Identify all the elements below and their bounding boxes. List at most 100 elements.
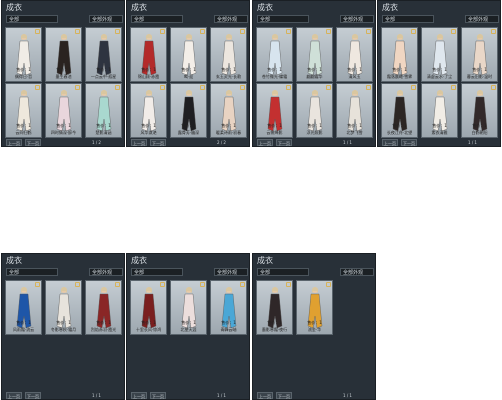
outfit-card[interactable]: 售价：1 北梦飞雪 bbox=[336, 83, 373, 138]
outfit-card[interactable]: 售价：1 清风玉 bbox=[336, 27, 373, 82]
prev-page-button[interactable]: 上一页 bbox=[6, 392, 22, 399]
outfit-price: 售价：1 bbox=[181, 67, 196, 72]
outfit-card[interactable]: 售价：1 青峰云岫 bbox=[210, 280, 247, 335]
pagination: 上一页 下一页 2 / 2 bbox=[131, 139, 247, 146]
outfit-card[interactable]: 售价：1 一点云中·孤星 bbox=[85, 27, 122, 82]
pagination: 上一页 下一页 1 / 2 bbox=[6, 139, 122, 146]
outfit-card[interactable]: 售价：1 云间归鹤 bbox=[5, 83, 42, 138]
outfit-price: 售价：1 bbox=[96, 67, 111, 72]
prev-page-button[interactable]: 上一页 bbox=[382, 139, 398, 146]
next-page-button[interactable]: 下一页 bbox=[150, 139, 166, 146]
outfit-card[interactable]: 售价：1 烈焰赤羽·霞光 bbox=[85, 280, 122, 335]
category-dropdown[interactable]: 全部 bbox=[257, 268, 309, 276]
outfit-name: 素衣清雅 bbox=[431, 130, 448, 135]
outfit-card[interactable]: 售价：1 十里长风·惊鸿 bbox=[130, 280, 167, 335]
outfit-card[interactable]: 售价：1 霜落晨曦·雪霁 bbox=[381, 27, 418, 82]
outfit-card[interactable]: 售价：1 风华潋滟 bbox=[130, 83, 167, 138]
prev-page-button[interactable]: 上一页 bbox=[131, 139, 147, 146]
outfit-price: 售价：1 bbox=[472, 123, 487, 128]
prev-page-button[interactable]: 上一页 bbox=[6, 139, 22, 146]
page-indicator: 1 / 1 bbox=[468, 140, 477, 145]
category-dropdown[interactable]: 全部 bbox=[382, 15, 434, 23]
lock-icon bbox=[326, 282, 331, 287]
outfit-price: 售价：1 bbox=[56, 67, 71, 72]
outfit-card[interactable]: 售价：1 墨生春池 bbox=[45, 27, 82, 82]
outfit-card[interactable]: 售价：1 清虚云水·了尘 bbox=[421, 27, 458, 82]
category-dropdown[interactable]: 全部 bbox=[131, 15, 183, 23]
page-indicator: 1 / 2 bbox=[92, 140, 101, 145]
outfit-card[interactable]: 售价：1 风雨霜·流云 bbox=[5, 280, 42, 335]
outfit-card[interactable]: 售价：1 流金·华 bbox=[296, 280, 333, 335]
outfit-name: 墨影寒霜·夜行 bbox=[261, 327, 288, 332]
lock-icon bbox=[160, 282, 165, 287]
prev-page-button[interactable]: 上一页 bbox=[257, 139, 273, 146]
page-indicator: 2 / 2 bbox=[217, 140, 226, 145]
outfit-name: 玄玉灵光·长歌 bbox=[215, 74, 242, 79]
outfit-name: 清风玉 bbox=[348, 74, 361, 79]
outfit-name: 霜落晨曦·雪霁 bbox=[386, 74, 413, 79]
outfit-card[interactable]: 售价：1 素衣清雅 bbox=[421, 83, 458, 138]
page-indicator: 1 / 1 bbox=[343, 393, 352, 398]
category-dropdown[interactable]: 全部 bbox=[6, 268, 58, 276]
page-indicator: 1 / 1 bbox=[92, 393, 101, 398]
outfit-card[interactable]: 售价：1 露骨芳·幽深 bbox=[170, 83, 207, 138]
next-page-button[interactable]: 下一页 bbox=[276, 139, 292, 146]
next-page-button[interactable]: 下一页 bbox=[150, 392, 166, 399]
outfit-price: 售价：1 bbox=[307, 320, 322, 325]
lock-icon bbox=[115, 29, 120, 34]
outfit-name: 苍竹微光·蝶霜 bbox=[261, 74, 288, 79]
outfit-name: 喝·迎 bbox=[183, 74, 194, 79]
appearance-dropdown[interactable]: 全部外观 bbox=[214, 15, 248, 23]
outfit-card[interactable]: 售价：1 喝·迎 bbox=[170, 27, 207, 82]
outfit-card[interactable]: 售价：1 浮光照影 bbox=[296, 83, 333, 138]
prev-page-button[interactable]: 上一页 bbox=[257, 392, 273, 399]
outfit-card[interactable]: 售价：1 苍竹微光·蝶霜 bbox=[256, 27, 293, 82]
next-page-button[interactable]: 下一页 bbox=[276, 392, 292, 399]
outfit-card[interactable]: 售价：1 墨影寒霜·夜行 bbox=[256, 280, 293, 335]
outfit-name: 清虚云水·了尘 bbox=[426, 74, 453, 79]
next-page-button[interactable]: 下一页 bbox=[25, 139, 41, 146]
outfit-card[interactable]: 售价：1 玄玉灵光·长歌 bbox=[210, 27, 247, 82]
outfit-card[interactable]: 售价：1 四时情深·醉今 bbox=[45, 83, 82, 138]
next-page-button[interactable]: 下一页 bbox=[401, 139, 417, 146]
outfit-card[interactable]: 售价：1 暖柔诗雨·初春 bbox=[210, 83, 247, 138]
next-page-button[interactable]: 下一页 bbox=[25, 392, 41, 399]
appearance-dropdown[interactable]: 全部外观 bbox=[465, 15, 499, 23]
appearance-dropdown[interactable]: 全部外观 bbox=[89, 15, 123, 23]
outfit-card[interactable]: 售价：1 锦山顾·赤霞 bbox=[130, 27, 167, 82]
lock-icon bbox=[200, 29, 205, 34]
lock-icon bbox=[160, 29, 165, 34]
appearance-dropdown[interactable]: 全部外观 bbox=[340, 15, 374, 23]
outfit-name: 楚影清涵 bbox=[95, 130, 112, 135]
appearance-dropdown[interactable]: 全部外观 bbox=[340, 268, 374, 276]
outfit-price: 售价：1 bbox=[307, 67, 322, 72]
outfit-card[interactable]: 售价：1 暮云旧影·温时 bbox=[461, 27, 498, 82]
prev-page-button[interactable]: 上一页 bbox=[131, 392, 147, 399]
outfit-price: 售价：1 bbox=[96, 123, 111, 128]
panel-3: 成衣 全部 全部外观 售价：1 苍竹微光·蝶霜 售价：1 翩翩霜华 售价：1 清风玉 售价：1 云裳… bbox=[252, 0, 376, 147]
appearance-dropdown[interactable]: 全部外观 bbox=[89, 268, 123, 276]
outfit-name: 北望天涯 bbox=[180, 327, 197, 332]
outfit-card[interactable]: 售价：1 翩翩霜华 bbox=[296, 27, 333, 82]
lock-icon bbox=[35, 282, 40, 287]
outfit-name: 十里长风·惊鸿 bbox=[135, 327, 162, 332]
outfit-name: 露骨芳·幽深 bbox=[177, 130, 200, 135]
lock-icon bbox=[286, 282, 291, 287]
category-dropdown[interactable]: 全部 bbox=[6, 15, 58, 23]
pagination: 上一页 下一页 1 / 1 bbox=[131, 392, 247, 399]
outfit-card[interactable]: 售价：1 楚影清涵 bbox=[85, 83, 122, 138]
category-dropdown[interactable]: 全部 bbox=[257, 15, 309, 23]
outfit-card[interactable]: 售价：1 云裳绛影 bbox=[256, 83, 293, 138]
outfit-price: 售价：1 bbox=[347, 67, 362, 72]
outfit-card[interactable]: 售价：1 冬影寒秋·霜月 bbox=[45, 280, 82, 335]
outfit-card[interactable]: 售价：1 偶得日·哲 bbox=[5, 27, 42, 82]
outfit-card[interactable]: 售价：1 白鹤朝阳 bbox=[461, 83, 498, 138]
pagination: 上一页 下一页 1 / 1 bbox=[257, 139, 373, 146]
outfit-name: 长夜江舟·北望 bbox=[386, 130, 413, 135]
lock-icon bbox=[35, 29, 40, 34]
lock-icon bbox=[326, 29, 331, 34]
category-dropdown[interactable]: 全部 bbox=[131, 268, 183, 276]
outfit-card[interactable]: 售价：1 长夜江舟·北望 bbox=[381, 83, 418, 138]
appearance-dropdown[interactable]: 全部外观 bbox=[214, 268, 248, 276]
outfit-card[interactable]: 售价：1 北望天涯 bbox=[170, 280, 207, 335]
